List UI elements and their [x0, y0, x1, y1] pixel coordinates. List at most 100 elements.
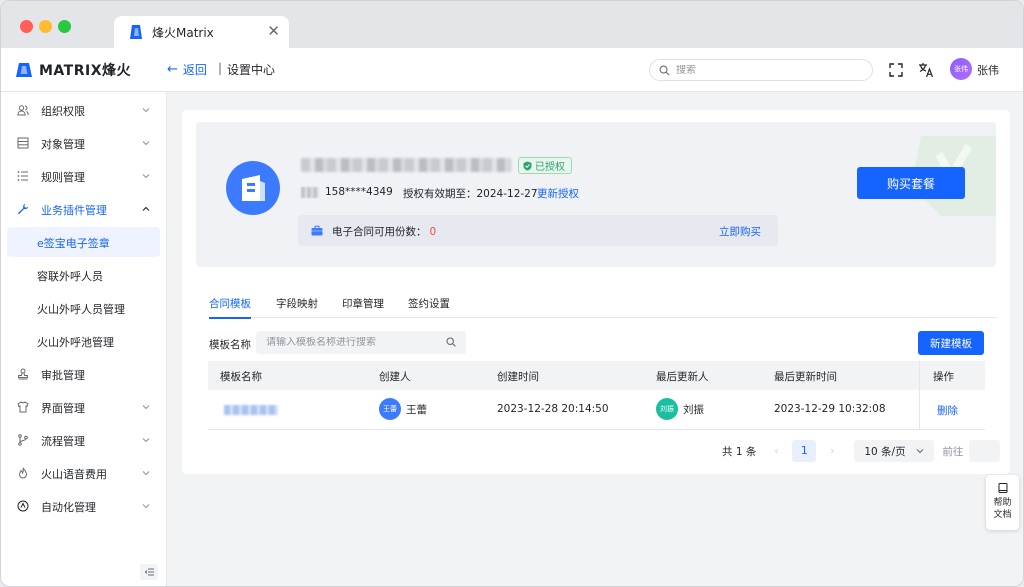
robot-icon: [17, 500, 29, 512]
arrow-left-icon: ←: [167, 62, 178, 77]
new-template-button[interactable]: 新建模板: [918, 331, 984, 355]
chevron-down-icon: [142, 405, 150, 410]
close-window-button[interactable]: [20, 20, 33, 33]
chevron-up-icon: [142, 206, 150, 211]
global-search[interactable]: [649, 59, 873, 81]
template-search-input[interactable]: [266, 337, 436, 348]
sidebar-item-volcano-voice-fees[interactable]: 火山语音费用: [7, 458, 160, 488]
template-name-filter-label: 模板名称: [209, 339, 251, 351]
sidebar-item-plugin-management[interactable]: 业务插件管理: [7, 194, 160, 224]
pagination-total: 共 1 条: [722, 445, 757, 458]
translate-icon[interactable]: [918, 62, 934, 78]
sidebar-item-esign[interactable]: e签宝电子签章: [7, 227, 160, 257]
sidebar-item-label: 界面管理: [41, 402, 85, 415]
main-content: 已授权 158****4349 授权有效期至：2024-12-27 更新授权 电…: [167, 92, 1023, 586]
sidebar-item-rule-management[interactable]: 规则管理: [7, 161, 160, 191]
browser-titlebar: 烽火Matrix ✕: [1, 1, 1023, 48]
sidebar-item-label: 自动化管理: [41, 501, 96, 514]
buy-package-button[interactable]: 购买套餐: [857, 167, 965, 199]
brand-logo[interactable]: MATRIX烽火: [16, 60, 131, 80]
table-icon: [17, 137, 29, 149]
sidebar: 组织权限 对象管理 规则管理 业务插件管理 e签宝电子签章 容联外呼人员 火山外…: [1, 92, 167, 586]
sidebar-item-label: 对象管理: [41, 138, 85, 151]
tab-seal-management[interactable]: 印章管理: [342, 296, 384, 318]
sidebar-item-label: 火山外呼人员管理: [37, 303, 125, 316]
page-size-value: 10 条/页: [864, 445, 906, 458]
stamp-icon: [18, 368, 28, 380]
sidebar-item-label: 业务插件管理: [41, 204, 107, 217]
goto-page-input[interactable]: [969, 440, 1001, 462]
brand-name: MATRIX烽火: [39, 63, 132, 79]
organization-name-redacted: [301, 158, 511, 172]
prev-page-button[interactable]: ‹: [769, 446, 783, 457]
updated-at-cell: 2023-12-29 10:32:08: [774, 403, 886, 415]
column-actions: 操作: [933, 371, 954, 383]
sidebar-item-volcano-pool[interactable]: 火山外呼池管理: [7, 326, 160, 356]
chevron-down-icon: [142, 504, 150, 509]
sidebar-item-approval-management[interactable]: 审批管理: [7, 359, 160, 389]
pagination: 共 1 条 ‹ 1 › 10 条/页 前往: [722, 440, 1001, 462]
sidebar-item-label: e签宝电子签章: [37, 237, 110, 250]
goto-label: 前往: [942, 445, 964, 458]
tab-field-mapping[interactable]: 字段映射: [276, 296, 318, 318]
settings-card: 已授权 158****4349 授权有效期至：2024-12-27 更新授权 电…: [182, 110, 1010, 474]
renew-license-link[interactable]: 更新授权: [537, 186, 579, 201]
browser-tab[interactable]: 烽火Matrix ✕: [114, 16, 289, 48]
authorized-badge: 已授权: [518, 157, 572, 174]
book-icon: [998, 483, 1007, 493]
updater-avatar: 刘振: [656, 398, 678, 420]
updater-name: 刘振: [683, 403, 704, 416]
sidebar-item-label: 火山外呼池管理: [37, 336, 114, 349]
phone-number: 158****4349: [325, 186, 393, 198]
sidebar-item-label: 流程管理: [41, 435, 85, 448]
creator-avatar: 王蕾: [379, 398, 401, 420]
flame-icon: [18, 467, 28, 479]
sidebar-item-ui-management[interactable]: 界面管理: [7, 392, 160, 422]
sidebar-item-automation-management[interactable]: 自动化管理: [7, 491, 160, 521]
list-icon: [17, 171, 28, 181]
template-name-redacted[interactable]: [224, 405, 278, 415]
template-search[interactable]: [256, 331, 466, 354]
global-search-input[interactable]: [676, 64, 856, 76]
phone-prefix-redacted: [301, 186, 319, 198]
breadcrumb-separator: |: [218, 61, 223, 75]
search-icon[interactable]: [446, 337, 456, 347]
maximize-window-button[interactable]: [58, 20, 71, 33]
help-docs-button[interactable]: 帮助文档: [986, 475, 1019, 530]
matrix-logo-icon: [16, 63, 32, 77]
template-table: 模板名称 创建人 创建时间 最后更新人 最后更新时间 操作 王蕾 王蕾 2023…: [208, 361, 985, 430]
back-button[interactable]: ← 返回: [167, 61, 207, 78]
contract-quota-bar: 电子合同可用份数： 0 立即购买: [298, 215, 778, 246]
sidebar-item-volcano-callers[interactable]: 火山外呼人员管理: [7, 293, 160, 323]
sidebar-item-org-permissions[interactable]: 组织权限: [7, 95, 160, 125]
fullscreen-icon[interactable]: [888, 62, 904, 78]
buy-now-link[interactable]: 立即购买: [719, 224, 761, 239]
tab-close-icon[interactable]: ✕: [267, 22, 280, 40]
users-icon: [17, 105, 29, 116]
minimize-window-button[interactable]: [39, 20, 52, 33]
column-last-updated-at: 最后更新时间: [774, 371, 837, 383]
user-avatar[interactable]: 张伟: [950, 58, 972, 80]
back-label: 返回: [182, 63, 207, 77]
sidebar-item-process-management[interactable]: 流程管理: [7, 425, 160, 455]
tab-title: 烽火Matrix: [152, 26, 214, 40]
contract-quota-label: 电子合同可用份数： 0: [332, 226, 437, 238]
creator-cell: 王蕾 王蕾: [379, 398, 427, 420]
tab-signing-settings[interactable]: 签约设置: [408, 296, 450, 318]
contract-quota-value: 0: [429, 226, 437, 238]
next-page-button[interactable]: ›: [825, 446, 839, 457]
app-header: MATRIX烽火 ← 返回 | 设置中心 张伟 张伟: [1, 48, 1023, 92]
user-name[interactable]: 张伟: [977, 62, 999, 78]
shield-check-icon: [523, 161, 532, 170]
sidebar-item-label: 审批管理: [41, 369, 85, 382]
delete-template-link[interactable]: 删除: [937, 403, 958, 418]
page-size-select[interactable]: 10 条/页: [854, 440, 935, 462]
organization-avatar: [226, 161, 280, 215]
page-number-1[interactable]: 1: [792, 440, 817, 462]
sidebar-item-ronglian-callers[interactable]: 容联外呼人员: [7, 260, 160, 290]
table-row[interactable]: 王蕾 王蕾 2023-12-28 20:14:50 刘振 刘振 2023-12-…: [208, 390, 985, 430]
created-at-cell: 2023-12-28 20:14:50: [497, 403, 609, 415]
tab-contract-templates[interactable]: 合同模板: [209, 296, 251, 319]
sidebar-collapse-button[interactable]: [140, 564, 158, 580]
sidebar-item-object-management[interactable]: 对象管理: [7, 128, 160, 158]
